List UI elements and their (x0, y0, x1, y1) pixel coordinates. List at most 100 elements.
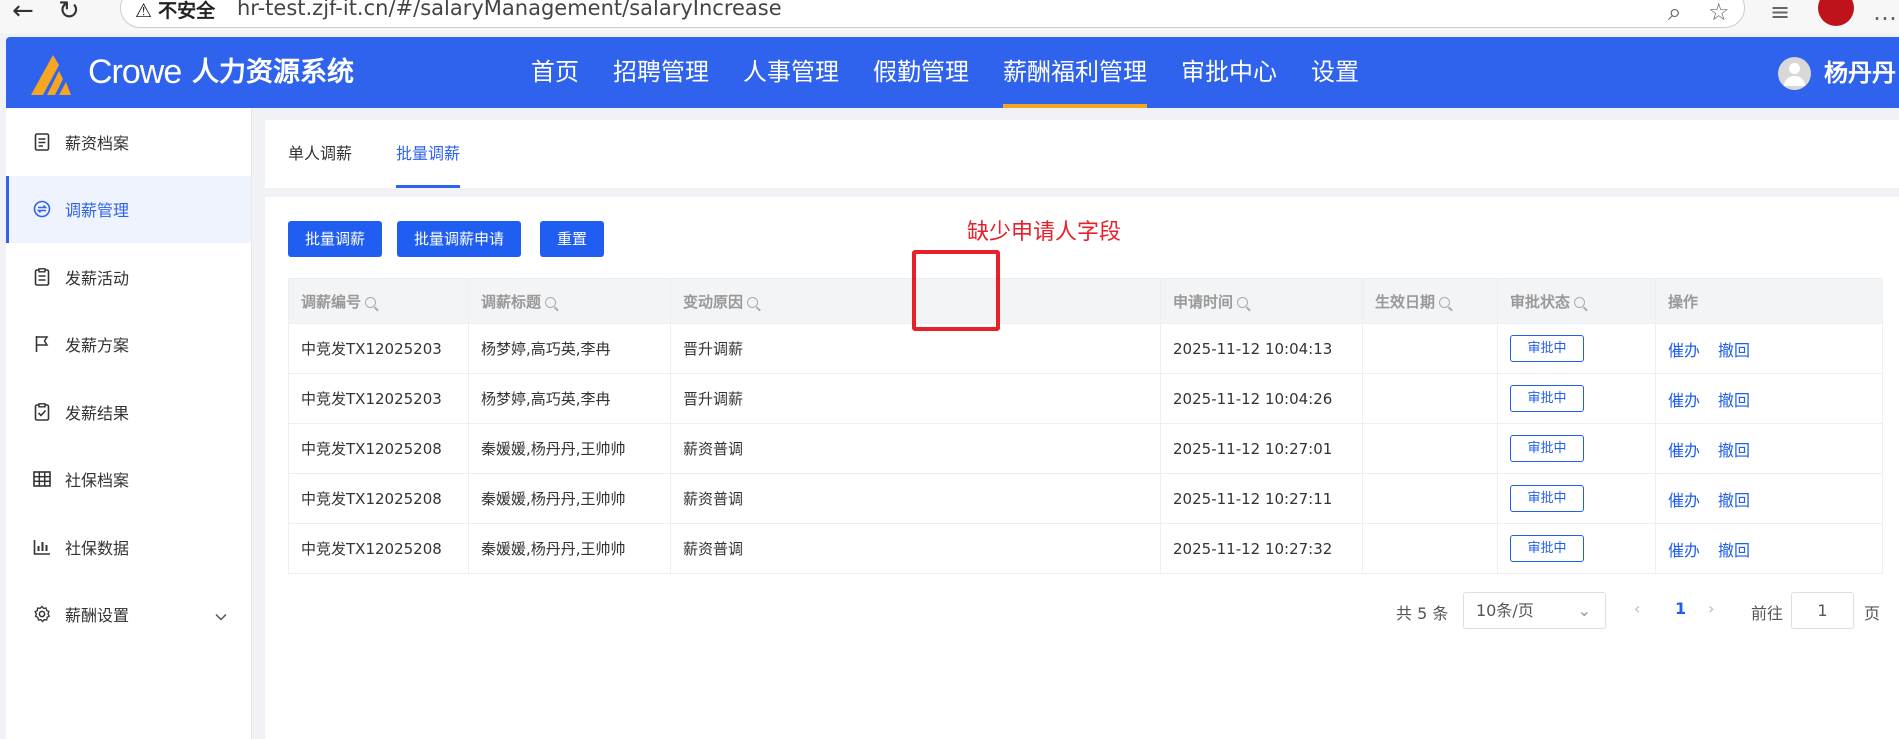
sidebar-item-pay-plan[interactable]: 发薪方案 (6, 311, 251, 379)
cell-title: 杨梦婷,高巧英,李冉 (468, 323, 671, 374)
cell-actions: 催办 撤回 (1655, 423, 1884, 474)
sidebar-item-salary-settings[interactable]: 薪酬设置 (6, 581, 251, 649)
sidebar-item-pay-result[interactable]: 发薪结果 (6, 378, 251, 446)
reset-button[interactable]: 重置 (540, 221, 605, 257)
cell-title: 秦媛媛,杨丹丹,王帅帅 (468, 523, 671, 574)
nav-home[interactable]: 首页 (531, 37, 579, 108)
sidebar: 薪资档案 调薪管理 发薪活动 发薪方案 发薪结果 社保档案 社保数据 薪酬设置 (6, 108, 252, 739)
table-row: 中竞发TX12025208 秦媛媛,杨丹丹,王帅帅 薪资普调 2025-11-1… (288, 523, 1884, 574)
chevron-down-icon: ⌄ (1577, 601, 1591, 620)
batch-adjust-button[interactable]: 批量调薪 (288, 221, 383, 257)
more-icon[interactable]: … (1873, 0, 1897, 26)
sidebar-item-pay-activity[interactable]: 发薪活动 (6, 243, 251, 311)
search-icon[interactable] (1574, 296, 1586, 308)
url-text[interactable]: hr-test.zjf-it.cn/#/salaryManagement/sal… (237, 0, 782, 20)
sidebar-item-social-archive[interactable]: 社保档案 (6, 446, 251, 514)
page-number[interactable]: 1 (1675, 599, 1686, 618)
table-header-row: 调薪编号 调薪标题 变动原因 申请时间 生效日期 审批状态 操作 (288, 278, 1884, 324)
cell-status: 审批中 (1497, 373, 1657, 424)
annotation-box (912, 250, 1000, 331)
star-icon[interactable]: ☆ (1708, 0, 1730, 26)
exchange-icon (31, 199, 53, 219)
security-indicator[interactable]: ⚠ 不安全 (135, 0, 215, 23)
annotation-text: 缺少申请人字段 (967, 220, 1122, 245)
sidebar-item-social-data[interactable]: 社保数据 (6, 513, 251, 581)
search-icon[interactable] (747, 296, 759, 308)
cell-apply-time: 2025-11-12 10:27:11 (1160, 473, 1364, 524)
search-icon[interactable] (1237, 296, 1249, 308)
cell-apply-time: 2025-11-12 10:04:13 (1160, 323, 1364, 374)
urge-link[interactable]: 催办 (1668, 491, 1700, 510)
user-name[interactable]: 杨丹丹 (1824, 55, 1896, 91)
cell-id: 中竞发TX12025208 (288, 473, 469, 524)
sidebar-item-label: 社保数据 (65, 538, 130, 558)
urge-link[interactable]: 催办 (1668, 541, 1700, 560)
status-badge: 审批中 (1510, 485, 1585, 512)
urge-link[interactable]: 催办 (1668, 441, 1700, 460)
sidebar-item-label: 发薪方案 (65, 336, 130, 356)
next-page-icon[interactable]: › (1708, 599, 1714, 618)
sidebar-item-label: 薪资档案 (65, 133, 130, 153)
column-header[interactable]: 申请时间 (1160, 278, 1364, 324)
column-header[interactable]: 审批状态 (1497, 278, 1657, 324)
cell-apply-time: 2025-11-12 10:27:01 (1160, 423, 1364, 474)
chevron-down-icon[interactable] (215, 606, 227, 625)
column-header[interactable]: 调薪编号 (288, 278, 469, 324)
grid-icon (31, 469, 53, 489)
nav-approval[interactable]: 审批中心 (1181, 37, 1277, 108)
cell-title: 秦媛媛,杨丹丹,王帅帅 (468, 473, 671, 524)
page-size-select[interactable]: 10条/页 ⌄ (1463, 592, 1606, 629)
withdraw-link[interactable]: 撤回 (1718, 391, 1750, 410)
cell-id: 中竞发TX12025203 (288, 323, 469, 374)
search-icon[interactable] (1439, 296, 1451, 308)
sidebar-item-salary-archive[interactable]: 薪资档案 (6, 108, 251, 176)
user-avatar-icon[interactable] (1778, 57, 1811, 90)
cell-title: 秦媛媛,杨丹丹,王帅帅 (468, 423, 671, 474)
urge-link[interactable]: 催办 (1668, 391, 1700, 410)
search-icon[interactable] (365, 296, 377, 308)
app-header: Crowe 人力资源系统 首页 招聘管理 人事管理 假勤管理 薪酬福利管理 审批… (6, 37, 1899, 108)
batch-apply-button[interactable]: 批量调薪申请 (397, 221, 522, 257)
nav-settings[interactable]: 设置 (1311, 37, 1359, 108)
column-header[interactable]: 生效日期 (1362, 278, 1499, 324)
tab-single-adjust[interactable]: 单人调薪 (288, 120, 352, 188)
status-badge: 审批中 (1510, 435, 1585, 462)
profile-avatar[interactable] (1818, 0, 1854, 26)
clipboard-icon (31, 267, 53, 287)
withdraw-link[interactable]: 撤回 (1718, 441, 1750, 460)
status-badge: 审批中 (1510, 335, 1585, 362)
prev-page-icon[interactable]: ‹ (1634, 599, 1640, 618)
document-icon (31, 132, 53, 152)
nav-recruitment[interactable]: 招聘管理 (613, 37, 709, 108)
search-icon[interactable] (545, 296, 557, 308)
table-row: 中竞发TX12025203 杨梦婷,高巧英,李冉 晋升调薪 2025-11-12… (288, 373, 1884, 424)
column-header[interactable]: 调薪标题 (468, 278, 671, 324)
cell-status: 审批中 (1497, 423, 1657, 474)
cell-effective-date (1362, 373, 1499, 424)
reload-icon[interactable]: ↻ (58, 0, 80, 24)
withdraw-link[interactable]: 撤回 (1718, 341, 1750, 360)
nav-personnel[interactable]: 人事管理 (743, 37, 839, 108)
sidebar-item-salary-adjust[interactable]: 调薪管理 (6, 175, 251, 243)
table-row: 中竞发TX12025208 秦媛媛,杨丹丹,王帅帅 薪资普调 2025-11-1… (288, 423, 1884, 474)
withdraw-link[interactable]: 撤回 (1718, 541, 1750, 560)
gear-icon (31, 604, 53, 624)
cell-reason: 薪资普调 (669, 523, 1162, 574)
salary-adjust-table: 调薪编号 调薪标题 变动原因 申请时间 生效日期 审批状态 操作 中竞发TX12… (288, 278, 1884, 574)
favorites-icon[interactable]: ≡ (1770, 0, 1790, 26)
nav-compensation[interactable]: 薪酬福利管理 (1003, 37, 1147, 108)
zoom-icon[interactable]: ⌕ (1668, 0, 1681, 26)
clipboard-check-icon (31, 402, 53, 422)
status-badge: 审批中 (1510, 535, 1585, 562)
cell-status: 审批中 (1497, 473, 1657, 524)
goto-page-input[interactable]: 1 (1791, 592, 1854, 629)
back-arrow-icon[interactable]: ← (12, 0, 34, 24)
sidebar-item-label: 发薪结果 (65, 403, 130, 423)
cell-id: 中竞发TX12025203 (288, 373, 469, 424)
nav-attendance[interactable]: 假勤管理 (873, 37, 969, 108)
urge-link[interactable]: 催办 (1668, 341, 1700, 360)
withdraw-link[interactable]: 撤回 (1718, 491, 1750, 510)
browser-toolbar: ← ↻ ⚠ 不安全 hr-test.zjf-it.cn/#/salaryMana… (0, 0, 1899, 33)
cell-actions: 催办 撤回 (1655, 323, 1884, 374)
tab-batch-adjust[interactable]: 批量调薪 (396, 120, 461, 188)
